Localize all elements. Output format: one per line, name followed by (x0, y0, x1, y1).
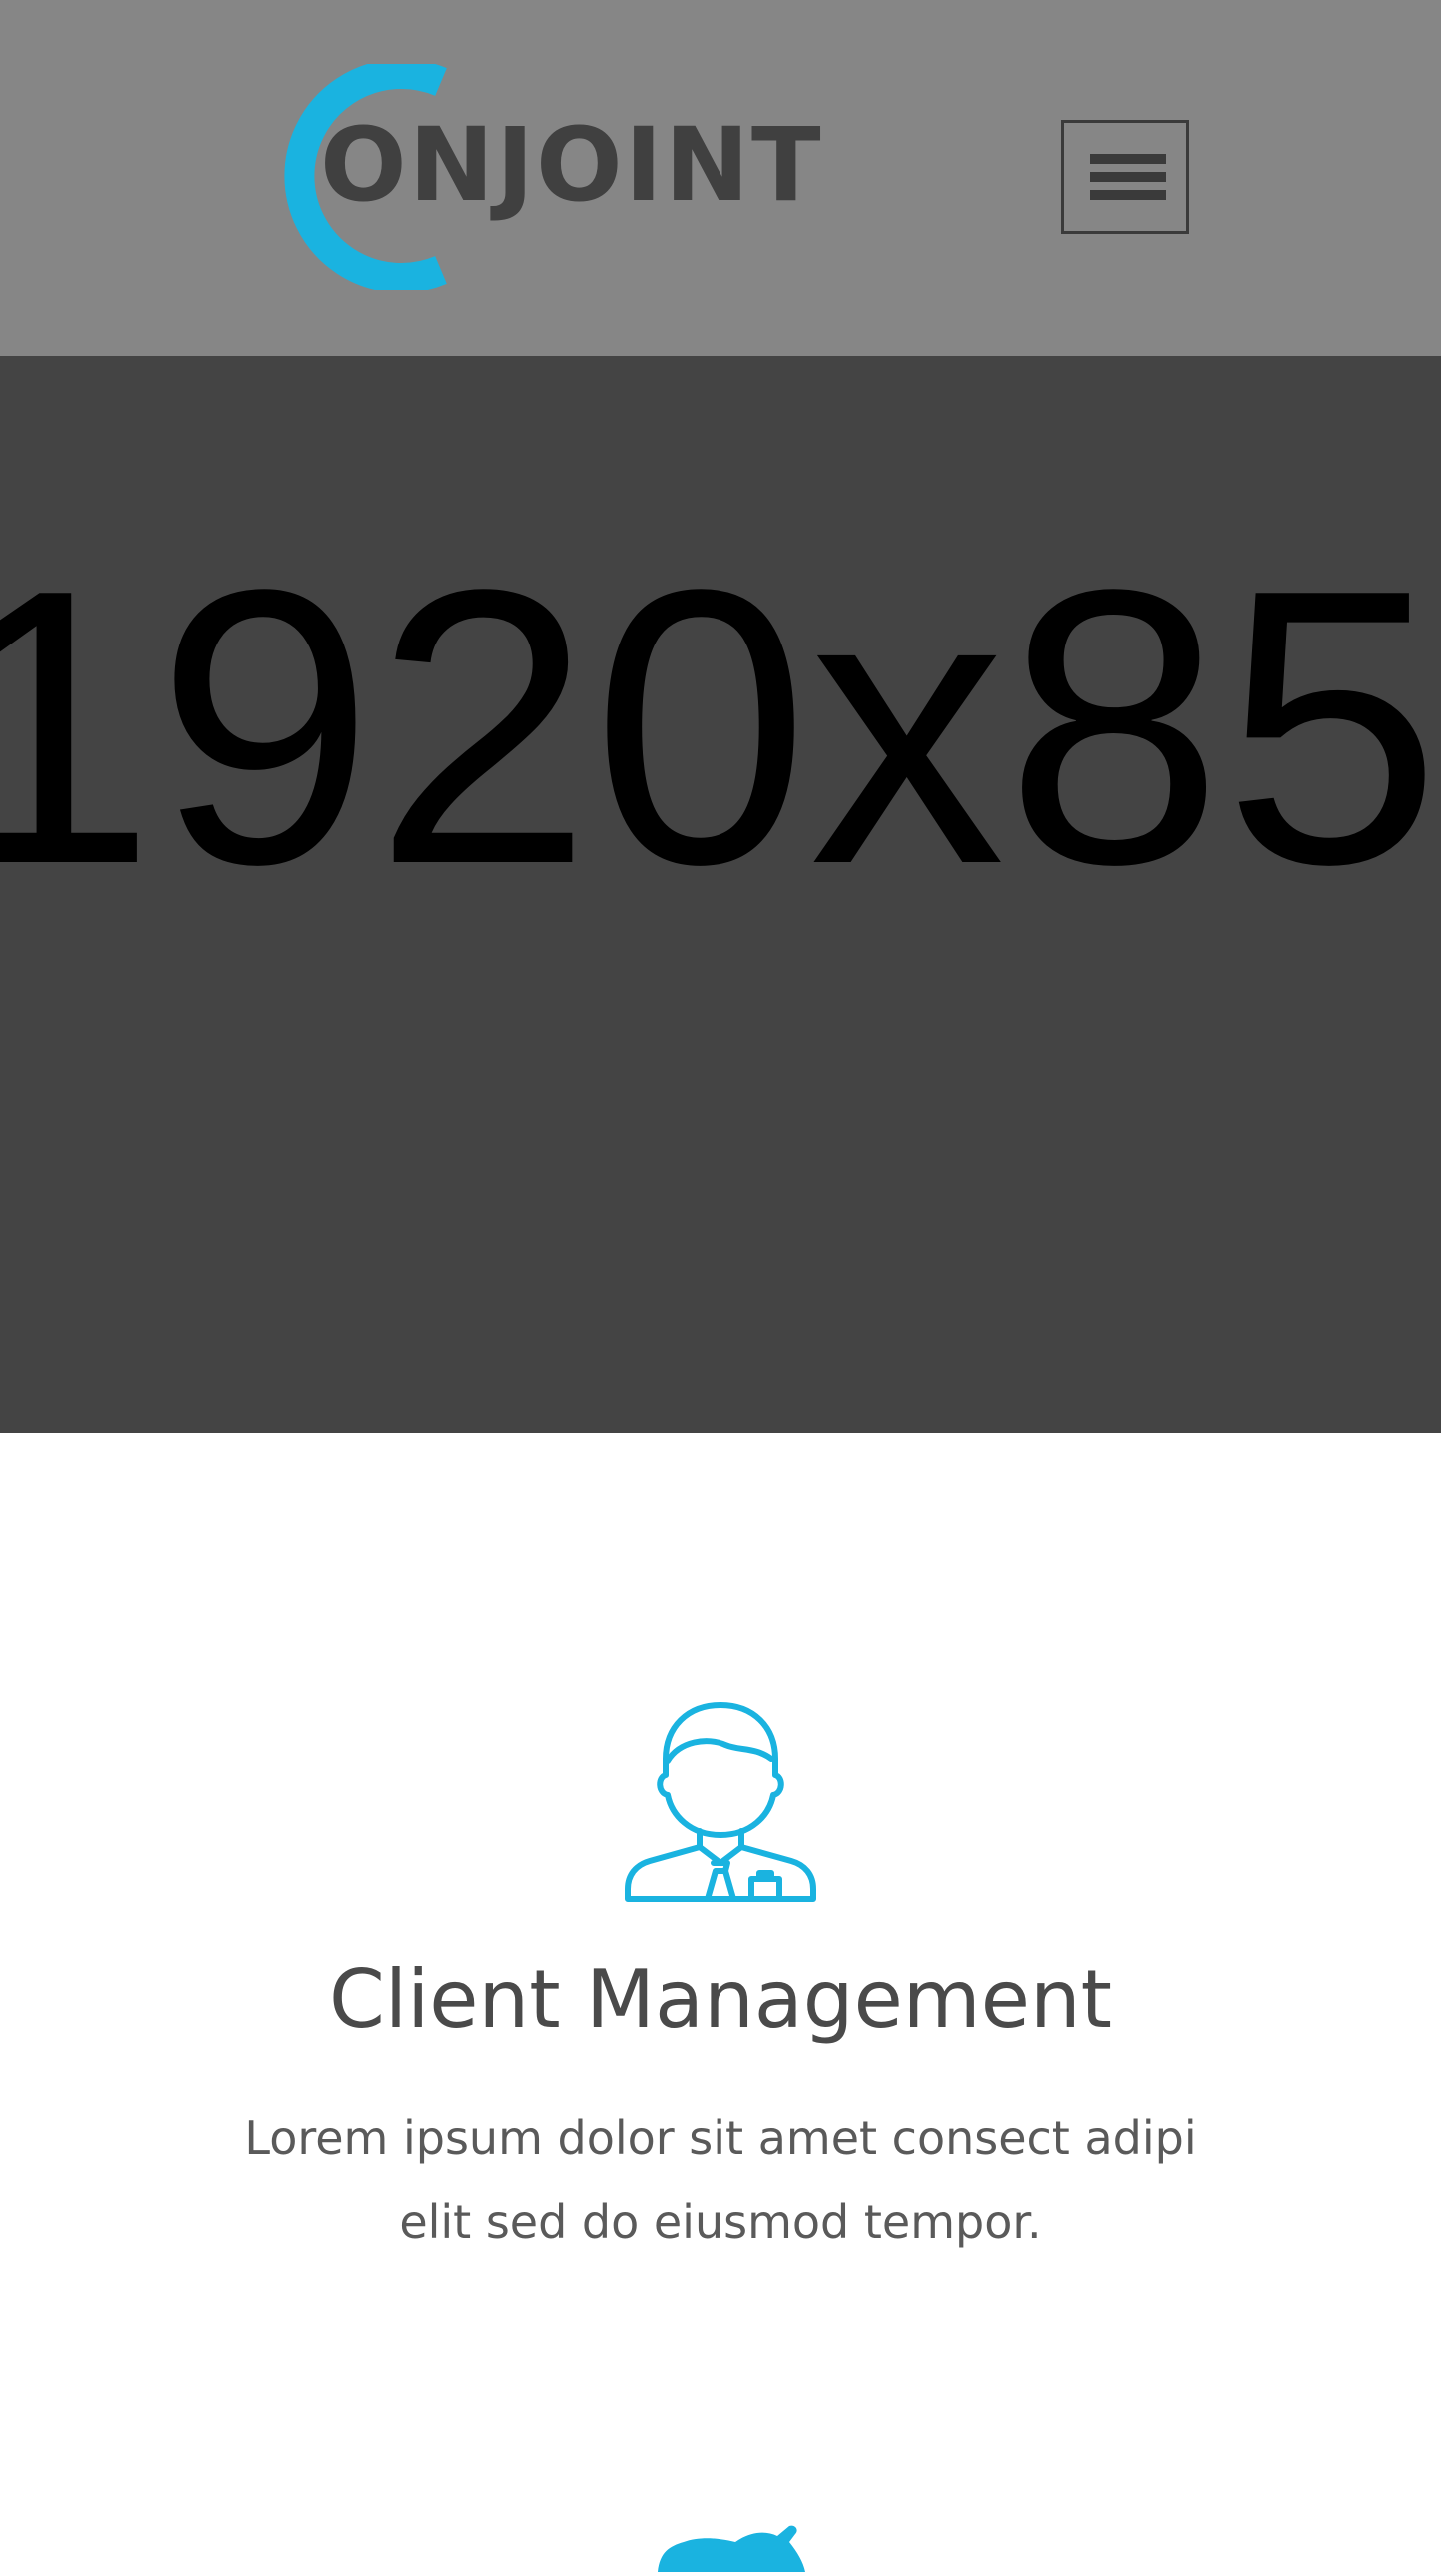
service-description: Lorem ipsum dolor sit amet consect adipi… (244, 2111, 1197, 2249)
hamburger-menu-icon (1090, 154, 1166, 164)
hero-placeholder-text: 1920x850 (0, 509, 1441, 946)
site-header: ONJOINT (0, 0, 1441, 356)
logo-wordmark: ONJOINT (320, 106, 823, 225)
service-section: Client Management Lorem ipsum dolor sit … (0, 1433, 1441, 2572)
businessman-icon (622, 1697, 819, 1903)
fish-icon (640, 2512, 839, 2572)
hamburger-menu-icon-bar (1090, 172, 1166, 182)
hero-banner: 1920x850 (0, 356, 1441, 1433)
service-title: Client Management (328, 1953, 1113, 2046)
hamburger-menu-icon-bar (1090, 190, 1166, 200)
menu-toggle-button[interactable] (1061, 120, 1189, 234)
site-logo[interactable]: ONJOINT (246, 64, 821, 290)
